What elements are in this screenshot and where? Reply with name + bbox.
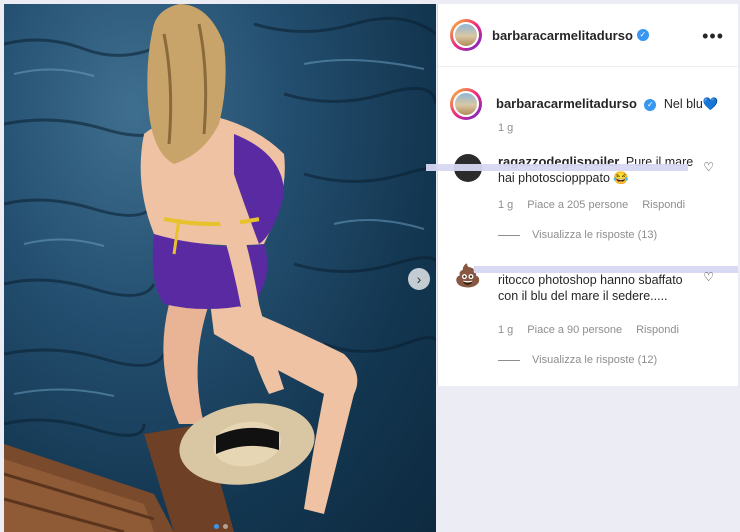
carousel-dots — [214, 524, 228, 529]
post-header: barbaracarmelitadurso ✓ ••• — [438, 4, 738, 67]
caption-text: Nel blu💙 — [663, 97, 719, 111]
more-options-icon[interactable]: ••• — [702, 26, 724, 47]
carousel-dot-active — [214, 524, 219, 529]
redaction-bar — [426, 164, 688, 171]
like-heart-icon[interactable]: ♡ — [703, 270, 714, 284]
comment-1-reply-button[interactable]: Rispondi — [642, 199, 685, 211]
view-replies-label: Visualizza le risposte (13) — [532, 229, 658, 241]
view-replies-button[interactable]: Visualizza le risposte (12) — [498, 354, 657, 366]
comment-2-meta: 1 g Piace a 90 persone Rispondi — [498, 324, 679, 336]
chevron-right-icon: › — [416, 271, 422, 287]
next-image-button[interactable]: › — [408, 268, 430, 290]
avatar[interactable] — [450, 19, 482, 51]
view-replies-button[interactable]: Visualizza le risposte (13) — [498, 229, 657, 241]
divider — [498, 234, 520, 236]
comment-2-reply-button[interactable]: Rispondi — [636, 324, 679, 336]
comment-1-meta: 1 g Piace a 205 persone Rispondi — [498, 199, 685, 211]
comment-2: ritocco photoshop hanno sbaffato con il … — [498, 272, 688, 304]
comment-2-time: 1 g — [498, 324, 514, 336]
verified-icon: ✓ — [644, 98, 657, 111]
comment-2-likes[interactable]: Piace a 90 persone — [527, 324, 622, 336]
header-username[interactable]: barbaracarmelitadurso — [492, 28, 633, 43]
caption-row: barbaracarmelitadurso ✓ Nel blu💙 — [450, 88, 718, 120]
verified-icon: ✓ — [636, 29, 649, 41]
comment-2-text: ritocco photoshop hanno sbaffato con il … — [498, 273, 683, 303]
comments-panel: barbaracarmelitadurso ✓ ••• barbaracarme… — [426, 4, 738, 386]
view-replies-label: Visualizza le risposte (12) — [532, 354, 658, 366]
caption-time: 1 g — [498, 122, 514, 134]
caption: barbaracarmelitadurso ✓ Nel blu💙 — [496, 96, 718, 120]
divider — [498, 359, 520, 361]
redaction-bar — [474, 266, 738, 273]
post-photo[interactable]: › — [4, 4, 436, 532]
screenshot-frame: › barbaracarmelitadurso ✓ ••• barbaracar… — [0, 0, 740, 532]
caption-meta: 1 g — [498, 122, 513, 134]
carousel-dot — [223, 524, 228, 529]
photo-illustration — [4, 4, 436, 532]
caption-username[interactable]: barbaracarmelitadurso — [496, 96, 637, 111]
comment-1-time: 1 g — [498, 199, 514, 211]
comment-1-likes[interactable]: Piace a 205 persone — [527, 199, 628, 211]
like-heart-icon[interactable]: ♡ — [703, 160, 714, 174]
caption-avatar[interactable] — [450, 88, 482, 120]
